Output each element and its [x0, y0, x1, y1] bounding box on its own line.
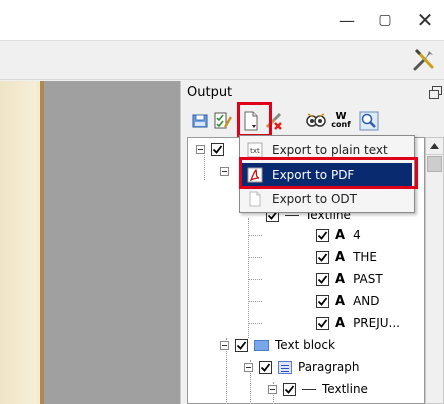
textline-icon	[285, 214, 299, 216]
tree-row-paragraph[interactable]: Paragraph	[244, 356, 359, 378]
collapse-toggle[interactable]	[220, 166, 229, 176]
collapse-toggle[interactable]	[220, 340, 229, 350]
main-toolbar	[0, 40, 444, 80]
wconf-button[interactable]: W conf	[330, 110, 352, 132]
word-glyph-icon: A	[335, 249, 346, 265]
textline-icon	[302, 388, 316, 390]
spellcheck-icon[interactable]	[305, 110, 327, 132]
tree-row-word[interactable]: A PAST	[316, 268, 383, 290]
tree-row-label: AND	[353, 294, 380, 308]
restore-button[interactable]: ▢	[370, 6, 400, 34]
tree-checkbox[interactable]	[316, 250, 329, 264]
scroll-thumb[interactable]	[427, 156, 442, 172]
zoom-search-icon[interactable]	[358, 110, 380, 132]
title-bar: — ▢ ✕	[0, 0, 444, 40]
tree-row-word[interactable]: A PREJU...	[316, 312, 400, 334]
odt-icon	[246, 190, 264, 208]
tree-checkbox[interactable]	[235, 338, 248, 352]
collapse-toggle[interactable]	[268, 384, 277, 394]
tree-row-label: PREJU...	[353, 316, 400, 330]
tree-checkbox[interactable]	[316, 294, 329, 308]
tree-checkbox[interactable]	[211, 142, 224, 156]
tree-checkbox[interactable]	[259, 360, 272, 374]
tree-checkbox[interactable]	[316, 228, 329, 242]
text-block-icon	[254, 339, 269, 351]
collapse-toggle[interactable]	[244, 362, 253, 372]
wconf-label-bottom: conf	[331, 120, 351, 129]
scroll-up-arrow-icon[interactable]	[426, 138, 443, 155]
word-glyph-icon: A	[335, 293, 346, 309]
word-glyph-icon: A	[335, 227, 346, 243]
tools-icon[interactable]	[412, 48, 436, 72]
panel-title: Output	[187, 85, 233, 100]
tree-row-label: Paragraph	[298, 360, 360, 374]
minimize-button[interactable]: —	[332, 6, 362, 34]
float-panel-icon[interactable]	[429, 86, 442, 99]
collapse-toggle[interactable]	[196, 144, 205, 154]
menu-item-label: Export to ODT	[272, 192, 357, 206]
word-glyph-icon: A	[335, 271, 346, 287]
tree-row-label: THE	[353, 250, 377, 264]
tree-row-word[interactable]	[292, 400, 311, 403]
tree-checkbox[interactable]	[316, 316, 329, 330]
tree-row-word[interactable]: A AND	[316, 290, 380, 312]
tree-row-word[interactable]: A THE	[316, 246, 377, 268]
tree-row-text-block[interactable]: Text block	[220, 334, 335, 356]
tree-row-textline[interactable]: Textline	[268, 378, 368, 400]
document-page	[0, 81, 44, 404]
document-view[interactable]	[0, 81, 180, 404]
edit-checks-icon[interactable]	[212, 110, 234, 132]
menu-item-export-odt[interactable]: Export to ODT	[242, 187, 412, 211]
tree-row-word[interactable]: A 4	[316, 224, 361, 246]
word-glyph-icon: A	[335, 315, 346, 331]
save-icon[interactable]	[189, 110, 211, 132]
tree-checkbox[interactable]	[283, 382, 296, 396]
tree-checkbox[interactable]	[316, 272, 329, 286]
close-button[interactable]: ✕	[410, 6, 440, 34]
tree-row-label: 4	[353, 228, 361, 242]
paragraph-icon	[278, 360, 292, 374]
tree-scrollbar[interactable]	[425, 137, 444, 404]
tree-row-root[interactable]	[196, 138, 230, 160]
tree-row-label: PAST	[353, 272, 383, 286]
tree-row-region[interactable]	[220, 160, 235, 182]
menu-item-label: Export to plain text	[272, 143, 388, 157]
export-pdf-highlight	[239, 157, 418, 189]
txt-icon-text: txt	[250, 147, 260, 155]
export-button-highlight	[237, 102, 272, 137]
tree-row-label: Textline	[322, 382, 368, 396]
tree-row-label: Text block	[275, 338, 335, 352]
